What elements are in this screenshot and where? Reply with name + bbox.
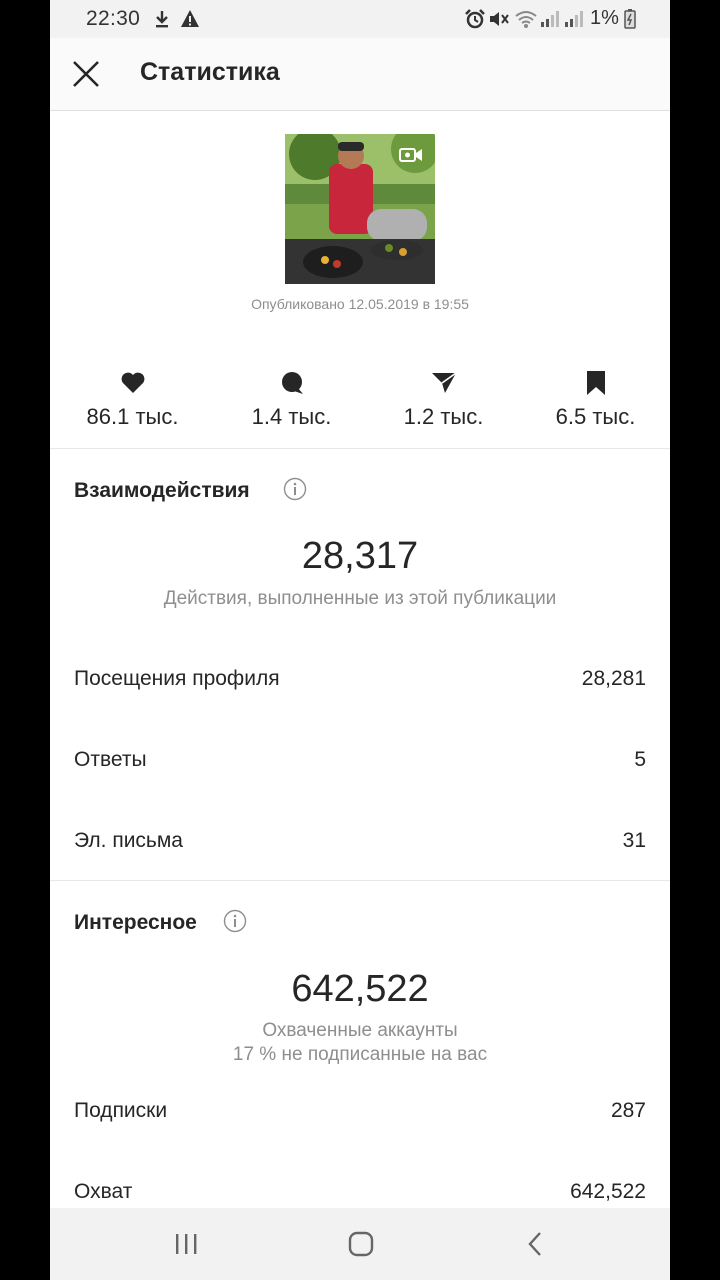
download-icon	[154, 9, 170, 34]
interactions-title: Взаимодействия	[74, 479, 250, 502]
row-label: Подписки	[74, 1099, 168, 1122]
mute-icon	[488, 9, 510, 34]
back-button[interactable]	[516, 1228, 556, 1260]
warning-icon	[180, 9, 200, 34]
discovery-title: Интересное	[74, 911, 197, 934]
discovery-total: 642,522	[291, 968, 429, 1010]
send-icon	[366, 368, 521, 398]
row-value: 31	[622, 829, 646, 852]
heart-icon	[55, 368, 210, 398]
signal-icon	[564, 9, 584, 34]
post-thumbnail[interactable]	[285, 134, 435, 284]
status-bar: 22:30 1%	[50, 0, 670, 38]
row-label: Охват	[74, 1180, 133, 1203]
discovery-non-followers: 17 % не подписанные на вас	[232, 1044, 488, 1065]
battery-icon	[624, 9, 636, 34]
home-button[interactable]	[341, 1228, 381, 1260]
published-date: Опубликовано 12.05.2019 в 19:55	[251, 296, 469, 312]
row-value: 5	[634, 748, 646, 771]
video-camera-icon	[399, 146, 423, 169]
comments-metric: 1.4 тыс.	[214, 368, 369, 430]
stat-row-profile-visits: Посещения профиля 28,281	[74, 659, 646, 699]
likes-metric: 86.1 тыс.	[55, 368, 210, 430]
stat-row-emails: Эл. письма 31	[74, 821, 646, 861]
stat-row-replies: Ответы 5	[74, 740, 646, 780]
comment-icon	[214, 368, 369, 398]
status-time: 22:30	[86, 7, 141, 30]
row-label: Ответы	[74, 748, 147, 771]
saves-metric: 6.5 тыс.	[518, 368, 670, 430]
divider	[50, 880, 670, 881]
divider	[50, 448, 670, 449]
saves-count: 6.5 тыс.	[555, 404, 636, 429]
stat-row-reach: Охват 642,522	[74, 1172, 646, 1212]
app-header: Статистика	[50, 38, 670, 111]
shares-metric: 1.2 тыс.	[366, 368, 521, 430]
interactions-description: Действия, выполненные из этой публикации	[163, 588, 557, 609]
page-title: Статистика	[140, 58, 280, 86]
close-icon	[73, 61, 99, 87]
bookmark-icon	[518, 368, 670, 398]
shares-count: 1.2 тыс.	[403, 404, 484, 429]
row-value: 287	[610, 1099, 646, 1122]
discovery-description: Охваченные аккаунты	[262, 1020, 458, 1041]
info-icon[interactable]	[223, 909, 247, 933]
battery-percent: 1%	[590, 7, 619, 29]
phone-screen: 22:30 1% Статистика Опубликовано 12.05.2…	[50, 0, 670, 1280]
row-label: Посещения профиля	[74, 667, 280, 690]
recent-apps-button[interactable]	[166, 1228, 206, 1260]
likes-count: 86.1 тыс.	[86, 404, 179, 429]
row-value: 642,522	[570, 1180, 646, 1203]
home-icon	[348, 1231, 374, 1257]
comments-count: 1.4 тыс.	[251, 404, 332, 429]
recent-apps-icon	[176, 1234, 197, 1254]
info-icon[interactable]	[283, 477, 307, 501]
row-value: 28,281	[581, 667, 646, 690]
back-icon	[528, 1232, 541, 1256]
row-label: Эл. письма	[74, 829, 183, 852]
signal-icon	[540, 9, 560, 34]
wifi-icon	[514, 9, 538, 34]
stat-row-follows: Подписки 287	[74, 1091, 646, 1131]
system-nav-bar	[50, 1208, 670, 1280]
alarm-icon	[464, 9, 486, 34]
interactions-total: 28,317	[301, 535, 419, 577]
close-button[interactable]	[70, 58, 102, 90]
